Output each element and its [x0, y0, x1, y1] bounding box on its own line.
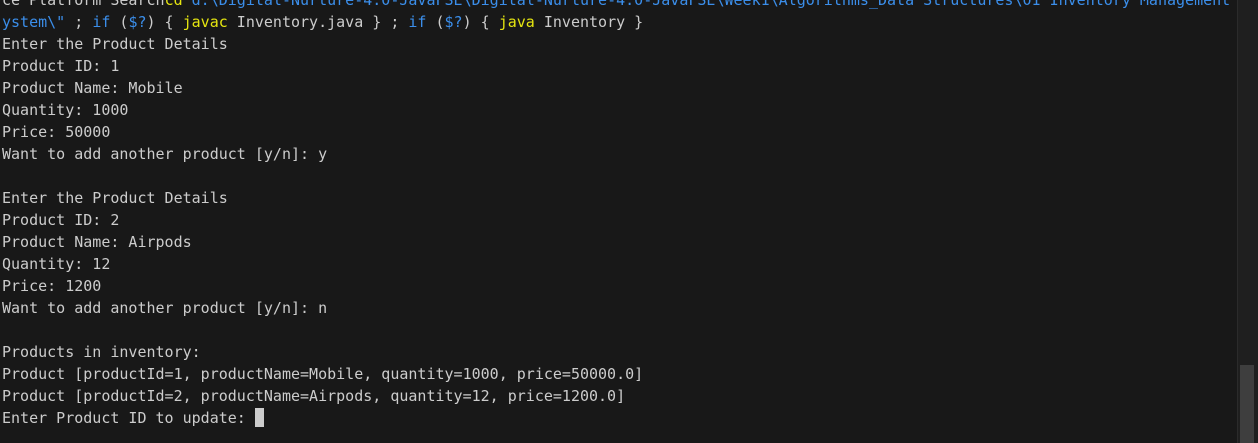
command-paren: ) { [462, 13, 499, 31]
command-line: ystem\" ; if ($?) { javac Inventory.java… [2, 11, 1236, 33]
command-paren: ( [110, 13, 129, 31]
scrollbar-thumb[interactable] [1240, 365, 1254, 443]
command-paren: ) { [146, 13, 183, 31]
terminal-panel[interactable]: ce Platform Searchcd d:\Digital-Nurture-… [0, 0, 1258, 443]
cd-command: cd [164, 0, 183, 9]
output-line: Price: 1200 [2, 277, 102, 295]
javac-command: javac [182, 13, 228, 31]
command-line: ce Platform Searchcd d:\Digital-Nurture-… [2, 0, 1248, 11]
output-line: Enter the Product Details [2, 189, 228, 207]
if-keyword: if [92, 13, 111, 31]
output-line: Products in inventory: [2, 343, 201, 361]
output-line: Product ID: 1 [2, 57, 120, 75]
command-prefix: ce Platform Search [2, 0, 165, 9]
command-path: d:\Digital-Nurture-4.0-JavaFSE\Digital-N… [182, 0, 1249, 9]
input-prompt-line[interactable]: Enter Product ID to update: [2, 407, 1236, 429]
text-cursor[interactable] [254, 408, 264, 427]
command-path-end: ystem\" [2, 13, 66, 31]
output-line: Product Name: Airpods [2, 233, 192, 251]
output-line: Product [productId=1, productName=Mobile… [2, 365, 644, 383]
output-line: Want to add another product [y/n]: y [2, 145, 328, 163]
output-line: Product Name: Mobile [2, 79, 183, 97]
java-argument: Inventory } [534, 13, 644, 31]
output-line: Price: 50000 [2, 123, 111, 141]
terminal-output: ce Platform Searchcd d:\Digital-Nurture-… [2, 0, 1248, 429]
status-variable: $? [444, 13, 463, 31]
output-line: Enter the Product Details [2, 35, 228, 53]
input-prompt: Enter Product ID to update: [2, 409, 255, 427]
javac-argument: Inventory.java } ; [227, 13, 409, 31]
vertical-scrollbar[interactable] [1237, 0, 1258, 443]
output-line: Quantity: 12 [2, 255, 111, 273]
status-variable: $? [128, 13, 147, 31]
output-line: Want to add another product [y/n]: n [2, 299, 328, 317]
command-separator: ; [65, 13, 93, 31]
output-line: Quantity: 1000 [2, 101, 129, 119]
output-line: Product [productId=2, productName=Airpod… [2, 387, 626, 405]
java-command: java [498, 13, 535, 31]
output-line: Product ID: 2 [2, 211, 120, 229]
command-paren: ( [426, 13, 445, 31]
if-keyword: if [408, 13, 427, 31]
